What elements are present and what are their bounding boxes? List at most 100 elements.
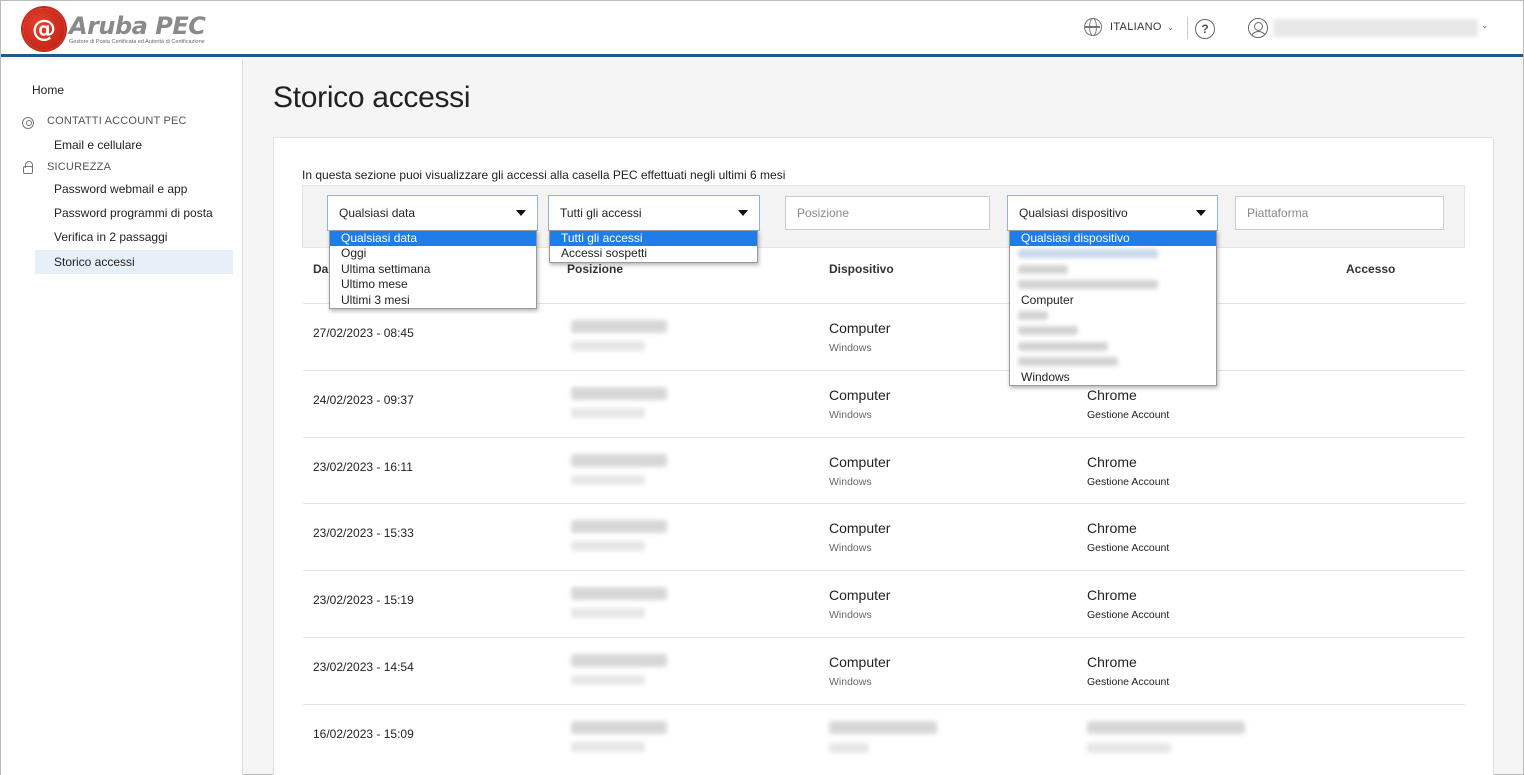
language-selector[interactable]: ITALIANO ⌄	[1084, 18, 1175, 36]
sidebar-item-verifica-2-passaggi[interactable]: Verifica in 2 passaggi	[35, 225, 233, 249]
user-icon[interactable]	[1248, 18, 1268, 38]
globe-icon	[1084, 18, 1102, 36]
date-filter-dropdown: Qualsiasi data Oggi Ultima settimana Ult…	[329, 230, 537, 309]
logo-name: Aruba PEC	[69, 11, 206, 40]
row-position-detail-redacted	[571, 742, 645, 752]
sidebar-section-security: SICUREZZA	[47, 161, 112, 173]
access-option-all[interactable]: Tutti gli accessi	[550, 231, 757, 247]
row-position-detail-redacted	[571, 341, 645, 351]
table-row: 27/02/2023 - 08:45 Computer Windows	[303, 303, 1465, 370]
device-option-windows[interactable]: Windows	[1010, 370, 1216, 385]
caret-down-icon	[1196, 210, 1206, 216]
row-device: Computer	[829, 587, 891, 603]
row-device: Computer	[829, 387, 891, 403]
row-date: 23/02/2023 - 14:54	[313, 660, 414, 674]
device-option-redacted[interactable]	[1010, 354, 1216, 369]
sidebar-section-contacts: CONTATTI ACCOUNT PEC	[47, 115, 187, 127]
row-access-type: Gestione Account	[1087, 409, 1170, 421]
logo-tagline: Gestore di Posta Certificata ed Autorità…	[69, 38, 205, 45]
row-access-type: Gestione Account	[1087, 676, 1170, 688]
device-option-redacted[interactable]	[1010, 308, 1216, 323]
row-browser: Chrome	[1087, 387, 1137, 403]
row-browser: Chrome	[1087, 587, 1137, 603]
row-device: Computer	[829, 520, 891, 536]
top-header: @ Aruba PEC Gestore di Posta Certificata…	[1, 1, 1523, 57]
row-access-type: Gestione Account	[1087, 609, 1170, 621]
date-filter-value: Qualsiasi data	[339, 206, 416, 220]
device-filter-dropdown: Qualsiasi dispositivo Computer Windows	[1009, 230, 1217, 386]
device-option-redacted[interactable]	[1010, 277, 1216, 292]
lock-icon	[23, 161, 33, 174]
row-os: Windows	[829, 409, 872, 421]
row-os: Windows	[829, 542, 872, 554]
row-browser-redacted	[1087, 721, 1245, 734]
date-option-any[interactable]: Qualsiasi data	[330, 231, 536, 247]
row-os-redacted	[829, 743, 869, 753]
row-position-detail-redacted	[571, 541, 645, 551]
row-position-detail-redacted	[571, 675, 645, 685]
row-date: 27/02/2023 - 08:45	[313, 326, 414, 340]
row-browser: Chrome	[1087, 654, 1137, 670]
access-filter-value: Tutti gli accessi	[560, 206, 642, 220]
table-row: 23/02/2023 - 14:54 Computer Windows Chro…	[303, 637, 1465, 704]
sidebar-item-home[interactable]: Home	[32, 83, 64, 97]
row-device: Computer	[829, 320, 891, 336]
row-os: Windows	[829, 342, 872, 354]
device-filter-select[interactable]: Qualsiasi dispositivo	[1007, 195, 1218, 231]
column-header-date: Da	[313, 262, 329, 276]
platform-input[interactable]	[1235, 196, 1444, 230]
at-seal-icon: @	[23, 8, 65, 50]
row-os: Windows	[829, 476, 872, 488]
sidebar-item-email-cellulare[interactable]: Email e cellulare	[35, 133, 233, 157]
row-device: Computer	[829, 654, 891, 670]
table-row: 24/02/2023 - 09:37 Computer Windows Chro…	[303, 370, 1465, 437]
device-option-redacted[interactable]	[1010, 246, 1216, 261]
device-option-redacted[interactable]	[1010, 323, 1216, 338]
column-header-access: Accesso	[1346, 262, 1396, 276]
row-position-redacted	[571, 454, 667, 467]
caret-down-icon	[516, 210, 526, 216]
access-filter-select[interactable]: Tutti gli accessi	[548, 195, 760, 231]
row-os: Windows	[829, 676, 872, 688]
page-title: Storico accessi	[273, 81, 471, 114]
row-position-redacted	[571, 587, 667, 600]
device-option-redacted[interactable]	[1010, 339, 1216, 354]
access-filter-dropdown: Tutti gli accessi Accessi sospetti	[549, 230, 758, 263]
row-browser: Chrome	[1087, 454, 1137, 470]
row-access-type: Gestione Account	[1087, 542, 1170, 554]
section-description: In questa sezione puoi visualizzare gli …	[302, 168, 786, 182]
table-row: 16/02/2023 - 15:09	[303, 704, 1465, 775]
row-position-redacted	[571, 721, 667, 734]
language-label: ITALIANO	[1110, 21, 1162, 33]
sidebar-item-password-webmail[interactable]: Password webmail e app	[35, 177, 233, 201]
table-row: 23/02/2023 - 16:11 Computer Windows Chro…	[303, 437, 1465, 504]
table-row: 23/02/2023 - 15:33 Computer Windows Chro…	[303, 503, 1465, 570]
row-position-detail-redacted	[571, 608, 645, 618]
device-option-redacted[interactable]	[1010, 262, 1216, 277]
row-access-type: Gestione Account	[1087, 476, 1170, 488]
device-filter-value: Qualsiasi dispositivo	[1019, 206, 1128, 220]
sidebar-item-password-programmi[interactable]: Password programmi di posta	[35, 201, 233, 225]
date-option-last-3-months[interactable]: Ultimi 3 mesi	[330, 293, 536, 308]
caret-down-icon	[738, 210, 748, 216]
access-option-suspicious[interactable]: Accessi sospetti	[550, 246, 757, 261]
user-email-redacted[interactable]	[1273, 19, 1478, 37]
device-option-computer[interactable]: Computer	[1010, 293, 1216, 308]
user-menu-chevron-icon[interactable]: ⌄	[1481, 20, 1489, 31]
row-date: 16/02/2023 - 15:09	[313, 727, 414, 741]
column-header-device: Dispositivo	[829, 262, 894, 276]
help-icon[interactable]: ?	[1195, 19, 1215, 39]
date-filter-select[interactable]: Qualsiasi data	[327, 195, 538, 231]
aruba-pec-logo[interactable]: @ Aruba PEC Gestore di Posta Certificata…	[23, 8, 206, 50]
device-option-any[interactable]: Qualsiasi dispositivo	[1010, 231, 1216, 247]
date-option-last-month[interactable]: Ultimo mese	[330, 277, 536, 292]
row-os: Windows	[829, 609, 872, 621]
row-browser: Chrome	[1087, 520, 1137, 536]
row-date: 24/02/2023 - 09:37	[313, 393, 414, 407]
date-option-last-week[interactable]: Ultima settimana	[330, 262, 536, 277]
row-position-detail-redacted	[571, 408, 645, 418]
sidebar-item-storico-accessi[interactable]: Storico accessi	[35, 250, 233, 274]
date-option-today[interactable]: Oggi	[330, 246, 536, 261]
row-position-redacted	[571, 387, 667, 400]
position-input[interactable]	[785, 196, 990, 230]
